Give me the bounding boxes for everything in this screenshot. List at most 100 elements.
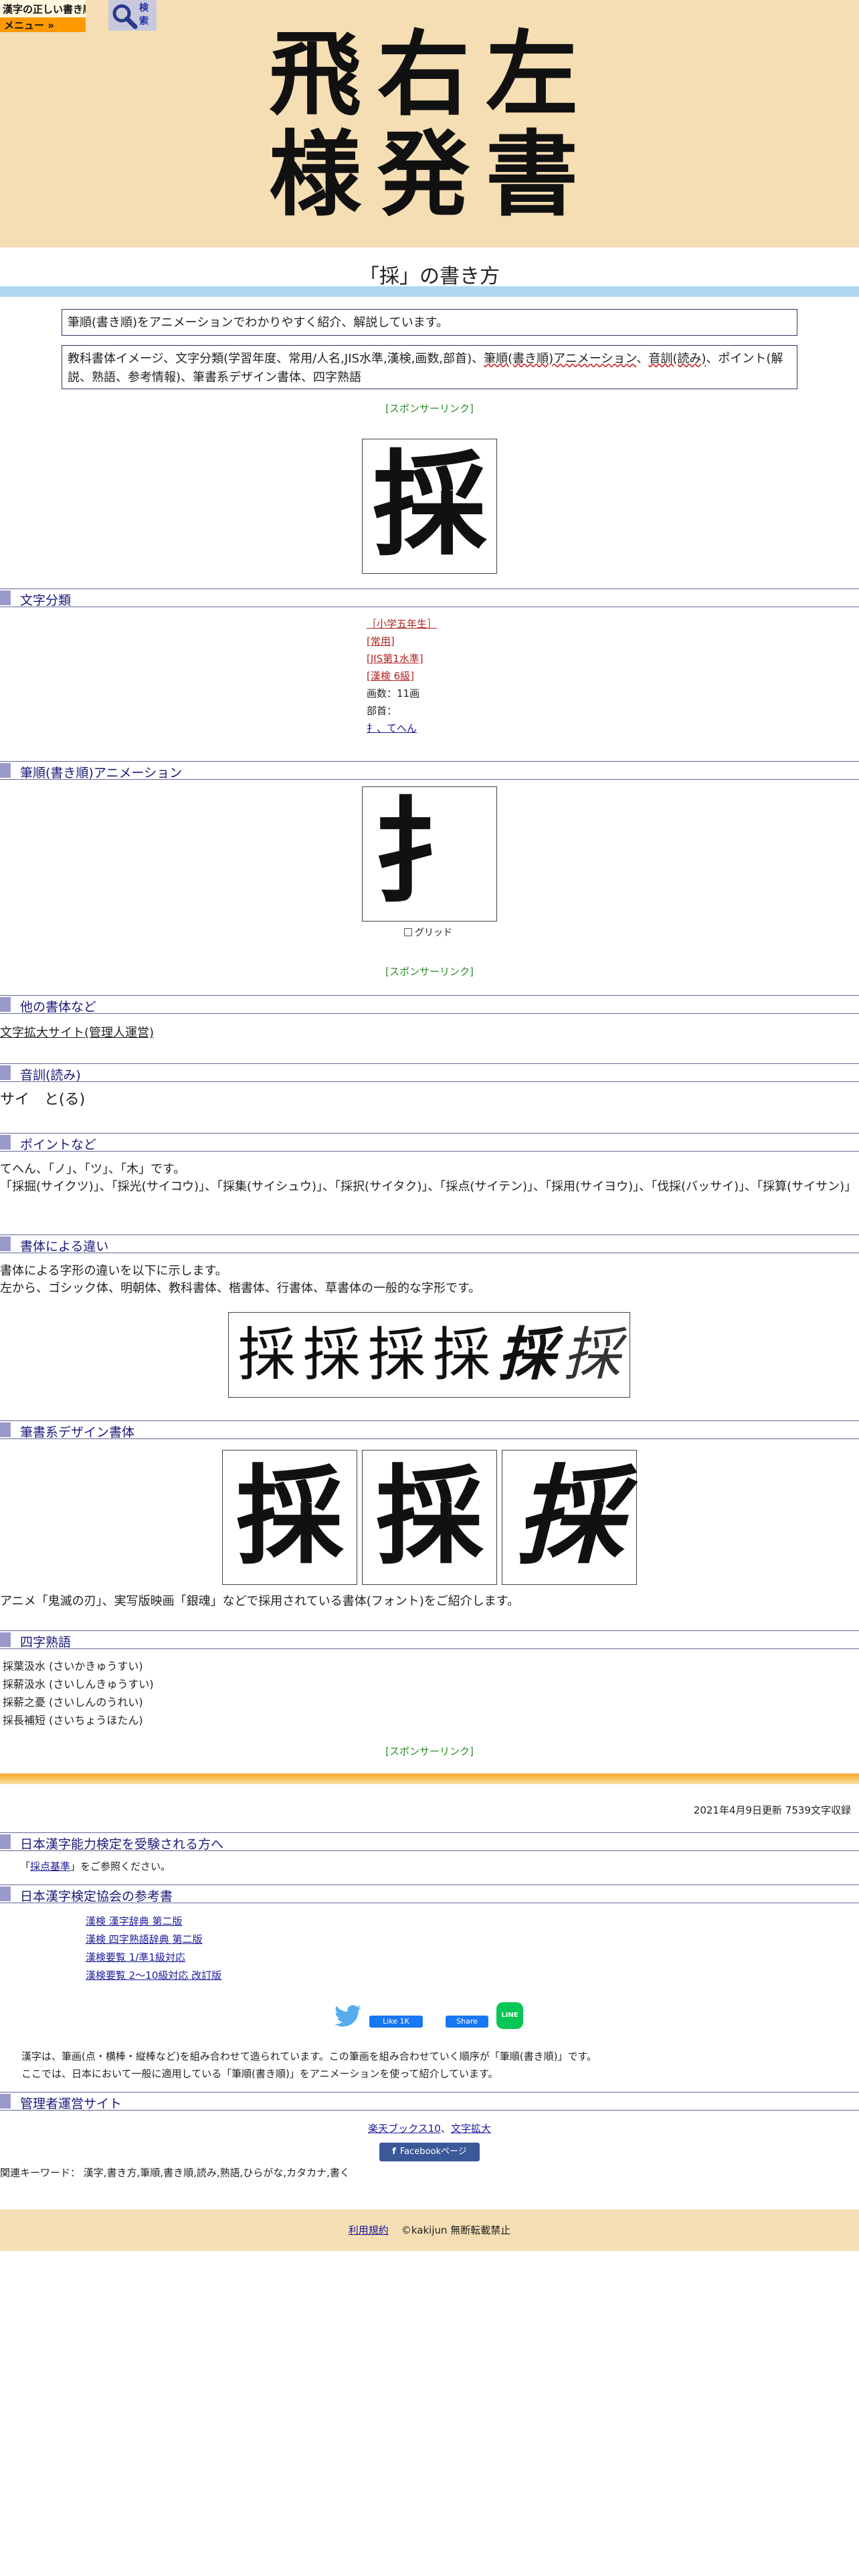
radical-label: 部首： <box>367 705 397 717</box>
kentei-note-text: をご参照ください。 <box>80 1860 171 1872</box>
jis-link[interactable]: [JIS第1水準] <box>367 650 567 667</box>
admin-links: 楽天ブックス10、文字拡大 <box>368 2123 491 2135</box>
grade-link[interactable]: ［小学五年生］ <box>367 615 567 633</box>
share-buttons: Like 1K Share LINE <box>330 2002 531 2032</box>
intro-text-b: 、 <box>636 352 649 366</box>
search-button[interactable]: 検索 <box>108 0 157 31</box>
design-font-1: 採 <box>222 1450 357 1585</box>
book-link[interactable]: 漢検 漢字辞典 第二版 <box>86 1913 221 1931</box>
grid-toggle[interactable]: グリッド <box>404 926 452 939</box>
footer-divider <box>0 1774 859 1784</box>
site-header: 漢字の正しい書き順(筆順) メニュー » 検索 飛右左様発書 <box>0 0 859 247</box>
sponsor-label: [スポンサーリンク] <box>385 966 474 978</box>
section-other-fonts: 他の書体など <box>0 995 859 1014</box>
section-title: ポイントなど <box>20 1138 97 1152</box>
hero-calligraphy: 飛右左様発書 <box>268 19 594 229</box>
classification-list: ［小学五年生］ [常用] [JIS第1水準] [漢検 6級] 画数：11画 部首… <box>367 615 567 737</box>
kanken-link[interactable]: [漢検 6級] <box>367 667 567 685</box>
design-font-images: 採 採 採 <box>222 1450 637 1585</box>
rakuten-link[interactable]: 楽天ブックス10 <box>368 2123 441 2135</box>
kyokasho-kanji: 採 <box>367 1321 425 1388</box>
menu-button[interactable]: メニュー » <box>0 17 86 32</box>
section-title: 筆順(書き順)アニメーション <box>20 766 183 780</box>
book-link[interactable]: 漢検 四字熟語辞典 第二版 <box>86 1931 221 1949</box>
list-item: 採薪之憂 (さいしんのうれい) <box>3 1696 143 1709</box>
site-logo[interactable]: 漢字の正しい書き順(筆順) メニュー » <box>0 0 86 32</box>
section-idioms: 四字熟語 <box>0 1630 859 1650</box>
idiom-list: 採葉汲水 (さいかきゅうすい) 採薪汲水 (さいしんきゅうすい) 採薪之憂 (さ… <box>3 1657 154 1729</box>
points-line: てへん、「ノ」、「ツ」、「木」です。 <box>0 1162 186 1176</box>
intro-contents-box: 教科書体イメージ、文字分類(学習年度、常用/人名,JIS水準,漢検,画数,部首)… <box>62 345 797 389</box>
list-item: 採長補短 (さいちょうほたん) <box>3 1714 143 1727</box>
section-books: 日本漢字検定協会の参考書 <box>0 1885 859 1904</box>
title-divider <box>0 286 859 297</box>
mincho-kanji: 採 <box>302 1321 361 1388</box>
terms-link[interactable]: 利用規約 <box>349 2224 389 2236</box>
section-classification: 文字分類 <box>0 588 859 608</box>
kaisho-kanji: 採 <box>433 1323 491 1387</box>
stroke-order-animation: 扌 <box>362 786 497 922</box>
section-animation: 筆順(書き順)アニメーション <box>0 761 859 780</box>
stroke-count: 画数：11画 <box>367 687 420 700</box>
intro-reading-text: 音訓(読み) <box>648 352 706 366</box>
grid-checkbox[interactable] <box>404 928 412 936</box>
facebook-share-button[interactable]: Share <box>446 2016 488 2028</box>
section-title: 筆書系デザイン書体 <box>20 1425 135 1440</box>
facebook-icon: f <box>392 2147 396 2157</box>
section-admin: 管理者運営サイト <box>0 2092 859 2111</box>
section-title: 書体による違い <box>20 1239 109 1254</box>
section-title: 日本漢字検定協会の参考書 <box>20 1889 173 1904</box>
explanation-line: ここでは、日本において一般に適用している「筆順(書き順)」をアニメーションを使っ… <box>21 2068 498 2080</box>
section-title: 音訓(読み) <box>20 1068 81 1083</box>
logo-text[interactable]: 漢字の正しい書き順(筆順) <box>0 0 86 17</box>
font-diff-text: 書体による字形の違いを以下に示します。 左から、ゴシック体、明朝体、教科書体、楷… <box>0 1263 859 1297</box>
font-comparison-image: 採 採 採 採 採 採 <box>228 1312 630 1398</box>
reading-text: サイ と(る) <box>0 1091 86 1108</box>
explanation-text: 漢字は、筆画(点・横棒・縦棒など)を組み合わせて造られています。この筆画を組み合… <box>21 2048 851 2082</box>
section-title: 管理者運営サイト <box>20 2097 122 2111</box>
font-diff-line: 左から、ゴシック体、明朝体、教科書体、楷書体、行書体、草書体の一般的な字形です。 <box>0 1281 481 1295</box>
intro-text-a: 教科書体イメージ、文字分類(学習年度、常用/人名,JIS水準,漢検,画数,部首)… <box>68 352 484 366</box>
book-link[interactable]: 漢検要覧 1/準1級対応 <box>86 1949 221 1967</box>
update-info: 2021年4月9日更新 7539文字収録 <box>693 1804 851 1816</box>
section-kentei: 日本漢字能力検定を受験される方へ <box>0 1832 859 1852</box>
design-font-2: 採 <box>362 1450 497 1585</box>
design-note: アニメ「鬼滅の刃」、実写版映画「銀魂」などで採用されている書体(フォント)をご紹… <box>0 1594 519 1608</box>
twitter-icon[interactable] <box>333 2005 363 2029</box>
section-reading: 音訓(読み) <box>0 1063 859 1083</box>
scoring-criteria-link[interactable]: 採点基準 <box>30 1860 70 1872</box>
copyright: ©kakijun 無断転載禁止 <box>401 2224 511 2236</box>
joyo-link[interactable]: [常用] <box>367 633 567 650</box>
section-title: 日本漢字能力検定を受験される方へ <box>20 1837 224 1852</box>
moji-kakudai-link[interactable]: 文字拡大 <box>451 2123 491 2135</box>
radical-link[interactable]: 扌、てへん <box>367 720 567 737</box>
points-compounds: 「採掘(サイクツ)」、「採光(サイコウ)」、「採集(サイシュウ)」、「採択(サイ… <box>0 1180 857 1194</box>
explanation-line: 漢字は、筆画(点・横棒・縦棒など)を組み合わせて造られています。この筆画を組み合… <box>21 2050 597 2062</box>
section-title: 文字分類 <box>20 593 72 608</box>
other-fonts-link[interactable]: 文字拡大サイト(管理人運営) <box>0 1025 859 1042</box>
line-share-button[interactable]: LINE <box>496 2002 523 2029</box>
section-font-diff: 書体による違い <box>0 1235 859 1254</box>
gyosho-kanji: 採 <box>498 1321 556 1388</box>
section-points: ポイントなど <box>0 1133 859 1152</box>
related-keywords: 関連キーワード： 漢字,書き方,筆順,書き順,読み,熟語,ひらがな,カタカナ,書… <box>0 2167 350 2179</box>
font-diff-line: 書体による字形の違いを以下に示します。 <box>0 1264 227 1278</box>
section-title: 四字熟語 <box>20 1635 72 1650</box>
kentei-note: 「採点基準」をご参照ください。 <box>20 1860 171 1872</box>
list-item: 採葉汲水 (さいかきゅうすい) <box>3 1660 143 1673</box>
sponsor-label: [スポンサーリンク] <box>385 1745 474 1757</box>
list-item: 採薪汲水 (さいしんきゅうすい) <box>3 1678 154 1691</box>
page-title: 「採」の書き方 <box>359 265 500 288</box>
gothic-kanji: 採 <box>237 1321 296 1388</box>
facebook-like-button[interactable]: Like 1K <box>369 2016 423 2028</box>
book-link[interactable]: 漢検要覧 2～10級対応 改訂版 <box>86 1967 221 1985</box>
grid-label: グリッド <box>415 928 452 938</box>
book-list: 漢検 漢字辞典 第二版 漢検 四字熟語辞典 第二版 漢検要覧 1/準1級対応 漢… <box>86 1913 221 1985</box>
search-label: 検索 <box>139 3 149 27</box>
facebook-page-button[interactable]: f Facebookページ <box>379 2143 480 2161</box>
sponsor-label: [スポンサーリンク] <box>385 403 474 415</box>
intro-box: 筆順(書き順)をアニメーションでわかりやすく紹介、解説しています。 <box>62 309 797 336</box>
kyokasho-kanji-image: 採 <box>362 439 497 574</box>
site-footer: 利用規約 ©kakijun 無断転載禁止 <box>0 2210 859 2251</box>
search-icon <box>112 4 138 29</box>
